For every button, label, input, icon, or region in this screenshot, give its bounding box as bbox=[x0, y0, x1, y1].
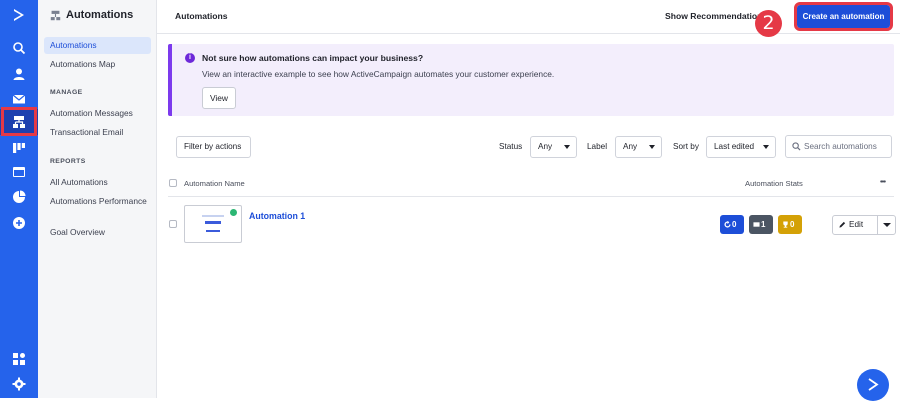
trophy-icon bbox=[783, 221, 788, 228]
label-label: Label bbox=[587, 142, 608, 151]
sidebar-item-goal-overview[interactable]: Goal Overview bbox=[44, 224, 151, 241]
filter-bar: Filter by actions Status Any Label Any S… bbox=[168, 128, 894, 166]
edit-label: Edit bbox=[849, 220, 864, 229]
activecampaign-logo-icon[interactable] bbox=[0, 2, 38, 28]
page-header: Automations Show Recommendations Create … bbox=[157, 0, 900, 34]
column-automation-stats: Automation Stats bbox=[745, 179, 803, 188]
assistant-launch-button[interactable] bbox=[857, 369, 889, 401]
column-automation-name: Automation Name bbox=[184, 179, 245, 188]
create-automation-button[interactable]: Create an automation bbox=[794, 2, 893, 31]
search-icon[interactable] bbox=[0, 35, 38, 61]
callout-subtitle: View an interactive example to see how A… bbox=[202, 69, 555, 79]
edit-dropdown-chevron-icon[interactable] bbox=[883, 223, 891, 227]
sort-by-select[interactable]: Last edited bbox=[706, 136, 776, 158]
reports-pie-icon[interactable] bbox=[0, 184, 38, 210]
edit-split-button: Edit bbox=[832, 215, 896, 235]
app-grid-icon[interactable] bbox=[0, 346, 38, 372]
automation-name-link[interactable]: Automation 1 bbox=[249, 211, 305, 221]
global-nav-rail bbox=[0, 0, 38, 398]
more-options-icon[interactable]: ••• bbox=[880, 177, 886, 186]
view-example-button[interactable]: View bbox=[202, 87, 236, 109]
website-icon[interactable] bbox=[0, 159, 38, 185]
sidebar-item-all-automations[interactable]: All Automations bbox=[44, 174, 151, 191]
filter-by-actions-button[interactable]: Filter by actions bbox=[176, 136, 251, 158]
automations-sidebar: Automations Automations Automations Map … bbox=[38, 0, 157, 398]
status-select[interactable]: Any bbox=[530, 136, 577, 158]
stat-active-value: 0 bbox=[732, 220, 737, 229]
page-title: Automations bbox=[175, 11, 228, 21]
deals-pipeline-icon[interactable] bbox=[0, 135, 38, 161]
table-header: Automation Name Automation Stats ••• bbox=[168, 173, 894, 197]
show-recommendations-link[interactable]: Show Recommendations bbox=[665, 11, 767, 21]
sidebar-item-automations-performance[interactable]: Automations Performance bbox=[44, 194, 151, 220]
sidebar-item-transactional-email[interactable]: Transactional Email bbox=[44, 124, 151, 141]
info-callout: i Not sure how automations can impact yo… bbox=[168, 44, 894, 116]
step-2-annotation-badge: 2 bbox=[755, 10, 782, 37]
automation-thumbnail[interactable] bbox=[184, 205, 242, 243]
edit-button[interactable]: Edit bbox=[839, 216, 863, 234]
pencil-icon bbox=[839, 221, 846, 228]
contacts-icon[interactable] bbox=[0, 61, 38, 87]
lightbulb-icon: i bbox=[185, 53, 195, 63]
search-field-icon bbox=[792, 142, 801, 151]
sync-icon bbox=[724, 220, 731, 228]
stat-goals[interactable]: 0 bbox=[778, 215, 802, 234]
row-checkbox[interactable] bbox=[169, 220, 177, 228]
table-row: Automation 1 0 1 0 Edit bbox=[168, 198, 896, 252]
sidebar-title: Automations bbox=[50, 9, 133, 21]
step-1-highlight bbox=[1, 107, 37, 136]
stat-completed-value: 1 bbox=[761, 220, 766, 229]
search-automations-input[interactable]: Search automations bbox=[785, 135, 892, 158]
label-select[interactable]: Any bbox=[615, 136, 662, 158]
sort-by-label: Sort by bbox=[673, 142, 699, 151]
sidebar-title-text: Automations bbox=[66, 9, 134, 21]
sidebar-item-automations-map[interactable]: Automations Map bbox=[44, 56, 151, 73]
automations-title-icon bbox=[50, 10, 61, 20]
sidebar-item-automation-messages[interactable]: Automation Messages bbox=[44, 105, 151, 122]
chevron-right-icon bbox=[868, 378, 879, 391]
settings-gear-icon[interactable] bbox=[0, 371, 38, 397]
sidebar-heading-reports: REPORTS bbox=[50, 158, 86, 165]
stat-goals-value: 0 bbox=[790, 220, 795, 229]
stat-completed[interactable]: 1 bbox=[749, 215, 773, 234]
status-label: Status bbox=[499, 142, 523, 151]
inbox-icon bbox=[753, 222, 760, 227]
sidebar-heading-manage: MANAGE bbox=[50, 89, 83, 96]
apps-plus-circle-icon[interactable] bbox=[0, 210, 38, 236]
select-all-checkbox[interactable] bbox=[169, 179, 177, 187]
active-status-dot bbox=[230, 209, 237, 216]
search-placeholder: Search automations bbox=[804, 142, 877, 151]
sidebar-item-automations[interactable]: Automations bbox=[44, 37, 151, 54]
callout-title: Not sure how automations can impact your… bbox=[202, 53, 424, 63]
stat-active-contacts[interactable]: 0 bbox=[720, 215, 744, 234]
